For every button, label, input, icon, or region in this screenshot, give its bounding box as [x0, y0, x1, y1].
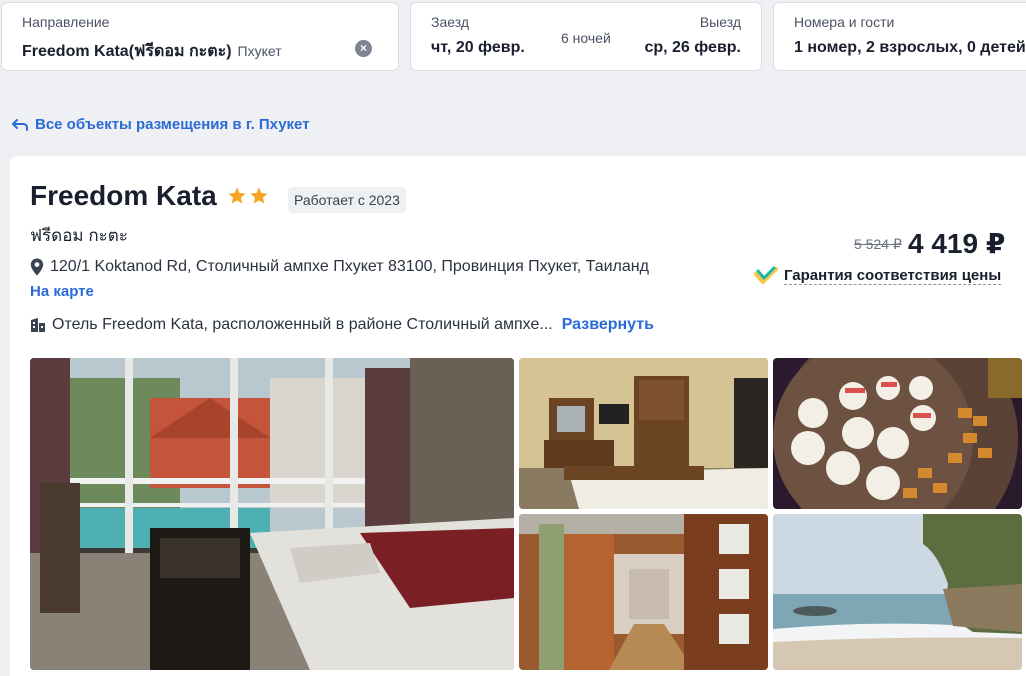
checkout-label: Выезд — [699, 14, 741, 30]
map-pin-icon — [30, 258, 44, 276]
current-price: 4 419 ₽ — [908, 228, 1006, 259]
hotel-description: Отель Freedom Kata, расположенный в райо… — [30, 316, 654, 334]
destination-value: Freedom Kata(ฟรีดอม กะตะ) Пхукет — [22, 39, 282, 64]
hotel-stars — [227, 186, 269, 206]
star-icon — [250, 187, 268, 204]
checkin-value: чт, 20 февр. — [431, 39, 525, 56]
hotel-native-name: ฟรีดอม กะตะ — [30, 226, 128, 245]
expand-link[interactable]: Развернуть — [562, 316, 654, 334]
main-photo-room[interactable] — [30, 358, 514, 670]
destination-name: Freedom Kata(ฟรีดอม กะตะ) — [22, 43, 232, 60]
description-text: Отель Freedom Kata, расположенный в райо… — [52, 316, 553, 333]
star-icon — [228, 187, 246, 204]
hotel-address: 120/1 Koktanod Rd, Столичный ампхе Пхуке… — [30, 258, 649, 276]
photo-hallway[interactable] — [519, 514, 768, 670]
back-to-results-link[interactable]: Все объекты размещения в г. Пхукет — [11, 116, 310, 133]
destination-label: Направление — [22, 14, 110, 30]
guests-label: Номера и гости — [794, 14, 895, 30]
back-arrow-icon — [12, 118, 28, 131]
price-guarantee[interactable]: Гарантия соответствия цены — [754, 266, 1002, 286]
map-link[interactable]: На карте — [30, 283, 94, 300]
guarantee-check-icon — [754, 266, 778, 284]
guests-field[interactable]: Номера и гости 1 номер, 2 взрослых, 0 де… — [773, 2, 1026, 71]
hotel-name: Freedom Kata — [30, 180, 217, 211]
checkin-label: Заезд — [431, 14, 470, 30]
nights-count: 6 ночей — [561, 30, 611, 46]
photo-food-dumplings[interactable] — [773, 358, 1022, 509]
clear-icon[interactable]: × — [355, 40, 372, 57]
back-link-label: Все объекты размещения в г. Пхукет — [35, 116, 310, 133]
address-text: 120/1 Koktanod Rd, Столичный ампхе Пхуке… — [50, 258, 649, 275]
since-badge: Работает с 2023 — [288, 187, 406, 213]
checkout-value: ср, 26 февр. — [644, 39, 741, 56]
destination-field[interactable]: Направление Freedom Kata(ฟรีดอม กะตะ) Пху… — [1, 2, 399, 71]
dates-field[interactable]: Заезд чт, 20 февр. 6 ночей Выезд ср, 26 … — [410, 2, 762, 71]
photo-bedroom-furniture[interactable] — [519, 358, 768, 509]
building-icon — [31, 318, 45, 332]
guarantee-label: Гарантия соответствия цены — [784, 267, 1002, 285]
guests-value: 1 номер, 2 взрослых, 0 детей — [794, 39, 1026, 56]
destination-city: Пхукет — [237, 43, 282, 59]
old-price: 5 524 ₽ — [854, 236, 902, 252]
photo-beach[interactable] — [773, 514, 1022, 670]
